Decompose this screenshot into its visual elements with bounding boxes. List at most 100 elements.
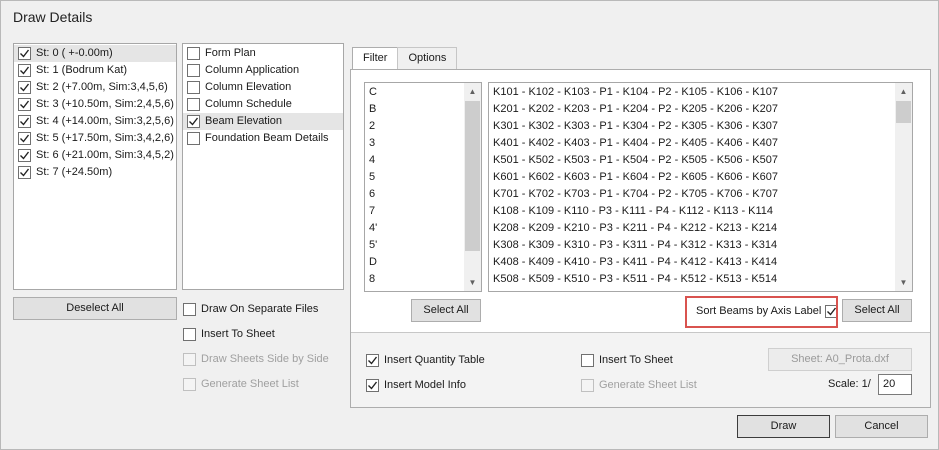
story-checkbox[interactable] bbox=[18, 64, 31, 77]
drawing-type-checkbox[interactable] bbox=[187, 47, 200, 60]
insert-to-sheet-checkbox-left[interactable] bbox=[183, 327, 196, 341]
story-item[interactable]: St: 4 (+14.00m, Sim:3,2,5,6) bbox=[14, 113, 176, 130]
axis-item[interactable]: 4 bbox=[365, 152, 464, 169]
axis-item[interactable]: B bbox=[365, 101, 464, 118]
select-all-beams-button[interactable]: Select All bbox=[842, 299, 912, 322]
insert-quantity-table-label: Insert Quantity Table bbox=[384, 354, 485, 366]
select-all-axes-button[interactable]: Select All bbox=[411, 299, 481, 322]
axis-item[interactable]: 5' bbox=[365, 237, 464, 254]
story-checkbox[interactable] bbox=[18, 115, 31, 128]
axis-item[interactable]: 7 bbox=[365, 203, 464, 220]
insert-quantity-table-checkbox[interactable] bbox=[366, 353, 379, 367]
axis-item[interactable]: 4' bbox=[365, 220, 464, 237]
beam-item[interactable]: K301 - K302 - K303 - P1 - K304 - P2 - K3… bbox=[489, 118, 895, 135]
deselect-all-button[interactable]: Deselect All bbox=[13, 297, 177, 320]
scale-input[interactable]: 20 bbox=[878, 374, 912, 395]
beam-item[interactable]: K701 - K702 - K703 - P1 - K704 - P2 - K7… bbox=[489, 186, 895, 203]
story-checkbox[interactable] bbox=[18, 47, 31, 60]
insert-quantity-table-option[interactable]: Insert Quantity Table bbox=[366, 352, 485, 368]
drawing-type-item[interactable]: Column Schedule bbox=[183, 96, 343, 113]
story-item[interactable]: St: 3 (+10.50m, Sim:2,4,5,6) bbox=[14, 96, 176, 113]
drawing-type-item[interactable]: Beam Elevation bbox=[183, 113, 343, 130]
beam-item[interactable]: K101 - K102 - K103 - P1 - K104 - P2 - K1… bbox=[489, 84, 895, 101]
beam-item[interactable]: K601 - K602 - K603 - P1 - K604 - P2 - K6… bbox=[489, 169, 895, 186]
story-checkbox[interactable] bbox=[18, 166, 31, 179]
axis-item[interactable]: 2 bbox=[365, 118, 464, 135]
beam-item[interactable]: K401 - K402 - K403 - P1 - K404 - P2 - K4… bbox=[489, 135, 895, 152]
beams-list[interactable]: K101 - K102 - K103 - P1 - K104 - P2 - K1… bbox=[488, 82, 913, 292]
draw-separate-files-checkbox[interactable] bbox=[183, 302, 196, 316]
scroll-down-icon[interactable]: ▼ bbox=[895, 274, 912, 291]
axis-item[interactable]: 8 bbox=[365, 271, 464, 288]
story-checkbox[interactable] bbox=[18, 149, 31, 162]
axis-item[interactable]: 6 bbox=[365, 186, 464, 203]
beam-item[interactable]: K408 - K409 - K410 - P3 - K411 - P4 - K4… bbox=[489, 254, 895, 271]
scroll-down-icon[interactable]: ▼ bbox=[464, 274, 481, 291]
checkmark-icon bbox=[20, 117, 30, 126]
drawing-type-checkbox[interactable] bbox=[187, 132, 200, 145]
drawing-type-label: Form Plan bbox=[205, 47, 256, 59]
axis-item[interactable]: 5 bbox=[365, 169, 464, 186]
draw-separate-files-option[interactable]: Draw On Separate Files bbox=[183, 301, 318, 317]
beam-item[interactable]: K608 - K609 - K610 - P3 - K611 - P4 - K6… bbox=[489, 288, 895, 291]
insert-model-info-checkbox[interactable] bbox=[366, 378, 379, 392]
drawing-type-item[interactable]: Column Application bbox=[183, 62, 343, 79]
drawing-type-checkbox[interactable] bbox=[187, 64, 200, 77]
checkmark-icon bbox=[20, 151, 30, 160]
axis-item[interactable]: D bbox=[365, 254, 464, 271]
beam-item[interactable]: K308 - K309 - K310 - P3 - K311 - P4 - K3… bbox=[489, 237, 895, 254]
axis-item[interactable]: 3 bbox=[365, 135, 464, 152]
drawing-type-label: Column Schedule bbox=[205, 98, 292, 110]
beams-scroll-thumb[interactable] bbox=[896, 101, 911, 123]
drawing-type-label: Beam Elevation bbox=[205, 115, 283, 127]
checkmark-icon bbox=[20, 66, 30, 75]
beam-item[interactable]: K108 - K109 - K110 - P3 - K111 - P4 - K1… bbox=[489, 203, 895, 220]
stories-list[interactable]: St: 0 ( +-0.00m) St: 1 (Bodrum Kat) St: 2 … bbox=[13, 43, 177, 290]
insert-to-sheet-option[interactable]: Insert To Sheet bbox=[581, 352, 673, 368]
checkmark-icon bbox=[20, 49, 30, 58]
cancel-button[interactable]: Cancel bbox=[835, 415, 928, 438]
drawing-types-list[interactable]: Form Plan Column Application Column Elevat… bbox=[182, 43, 344, 290]
story-item[interactable]: St: 2 (+7.00m, Sim:3,4,5,6) bbox=[14, 79, 176, 96]
insert-model-info-option[interactable]: Insert Model Info bbox=[366, 377, 466, 393]
scroll-up-icon[interactable]: ▲ bbox=[464, 83, 481, 100]
drawing-type-label: Column Application bbox=[205, 64, 300, 76]
drawing-type-item[interactable]: Form Plan bbox=[183, 45, 343, 62]
axis-item[interactable]: A bbox=[365, 288, 464, 291]
beam-item[interactable]: K508 - K509 - K510 - P3 - K511 - P4 - K5… bbox=[489, 271, 895, 288]
tab-filter[interactable]: Filter bbox=[352, 47, 399, 70]
drawing-type-item[interactable]: Foundation Beam Details bbox=[183, 130, 343, 147]
story-label: St: 0 ( +-0.00m) bbox=[36, 47, 113, 59]
drawing-type-checkbox[interactable] bbox=[187, 81, 200, 94]
generate-sheet-list-label: Generate Sheet List bbox=[599, 379, 697, 391]
axes-scroll-thumb[interactable] bbox=[465, 101, 480, 251]
beam-item[interactable]: K208 - K209 - K210 - P3 - K211 - P4 - K2… bbox=[489, 220, 895, 237]
axis-item[interactable]: C bbox=[365, 84, 464, 101]
insert-to-sheet-option-left[interactable]: Insert To Sheet bbox=[183, 326, 275, 342]
beams-scrollbar[interactable]: ▲ ▼ bbox=[895, 83, 912, 291]
drawing-type-checkbox[interactable] bbox=[187, 115, 200, 128]
story-item[interactable]: St: 6 (+21.00m, Sim:3,4,5,2) bbox=[14, 147, 176, 164]
story-item[interactable]: St: 5 (+17.50m, Sim:3,4,2,6) bbox=[14, 130, 176, 147]
tab-bar: Filter Options bbox=[352, 47, 458, 70]
draw-details-window: Draw Details St: 0 ( +-0.00m) St: 1 (Bodr… bbox=[0, 0, 939, 450]
drawing-type-item[interactable]: Column Elevation bbox=[183, 79, 343, 96]
story-item[interactable]: St: 1 (Bodrum Kat) bbox=[14, 62, 176, 79]
beam-item[interactable]: K501 - K502 - K503 - P1 - K504 - P2 - K5… bbox=[489, 152, 895, 169]
story-item[interactable]: St: 0 ( +-0.00m) bbox=[14, 45, 176, 62]
story-checkbox[interactable] bbox=[18, 81, 31, 94]
generate-sheet-list-option: Generate Sheet List bbox=[581, 377, 697, 393]
axes-list[interactable]: CB2345674'5'D8A1 ▲ ▼ bbox=[364, 82, 482, 292]
insert-to-sheet-checkbox[interactable] bbox=[581, 353, 594, 367]
beam-item[interactable]: K201 - K202 - K203 - P1 - K204 - P2 - K2… bbox=[489, 101, 895, 118]
tab-options[interactable]: Options bbox=[397, 47, 458, 69]
story-checkbox[interactable] bbox=[18, 132, 31, 145]
generate-sheet-list-option-left: Generate Sheet List bbox=[183, 376, 299, 392]
draw-button[interactable]: Draw bbox=[737, 415, 830, 438]
story-checkbox[interactable] bbox=[18, 98, 31, 111]
axes-scrollbar[interactable]: ▲ ▼ bbox=[464, 83, 481, 291]
checkmark-icon bbox=[20, 134, 30, 143]
story-item[interactable]: St: 7 (+24.50m) bbox=[14, 164, 176, 181]
drawing-type-checkbox[interactable] bbox=[187, 98, 200, 111]
scroll-up-icon[interactable]: ▲ bbox=[895, 83, 912, 100]
